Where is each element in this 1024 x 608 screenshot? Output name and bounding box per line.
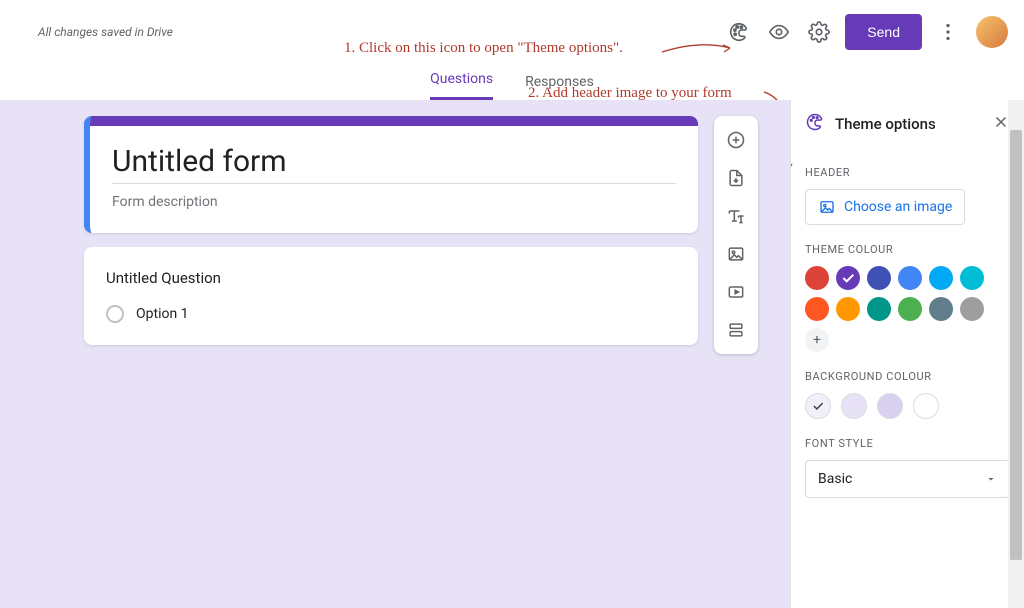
add-image-icon[interactable] [718,236,754,272]
settings-icon[interactable] [799,12,839,52]
theme-swatch[interactable] [898,297,922,321]
theme-swatch[interactable] [929,297,953,321]
question-title[interactable]: Untitled Question [106,269,676,287]
scrollbar-thumb[interactable] [1010,130,1022,560]
add-section-icon[interactable] [718,312,754,348]
theme-panel: Theme options HEADER Choose an image THE… [790,100,1024,608]
radio-icon [106,305,124,323]
theme-colour-label: THEME COLOUR [805,243,1010,256]
form-title-input[interactable]: Untitled form [112,144,676,184]
send-button[interactable]: Send [845,14,922,50]
theme-swatch[interactable] [960,266,984,290]
theme-swatch[interactable] [836,266,860,290]
theme-swatch[interactable] [805,266,829,290]
import-questions-icon[interactable] [718,160,754,196]
theme-swatch[interactable] [929,266,953,290]
chevron-down-icon [985,473,997,485]
panel-header: Theme options [791,100,1024,148]
tab-responses[interactable]: Responses [525,74,594,100]
form-canvas: Untitled form Form description Untitled … [0,100,790,608]
theme-colour-swatches: + [805,266,985,352]
palette-icon [805,112,825,136]
form-header-card[interactable]: Untitled form Form description [84,116,698,233]
panel-title: Theme options [835,115,982,133]
font-style-value: Basic [818,471,852,487]
tab-questions[interactable]: Questions [430,71,493,100]
font-style-label: FONT STYLE [805,437,1010,450]
floating-toolbar [714,116,758,354]
choose-image-button[interactable]: Choose an image [805,189,965,225]
question-card[interactable]: Untitled Question Option 1 [84,247,698,345]
theme-swatch[interactable] [867,266,891,290]
add-title-icon[interactable] [718,198,754,234]
theme-swatch[interactable] [898,266,922,290]
background-swatch[interactable] [913,393,939,419]
customize-theme-icon[interactable] [719,12,759,52]
add-question-icon[interactable] [718,122,754,158]
background-colour-swatches [805,393,1010,419]
save-status: All changes saved in Drive [38,25,173,39]
background-swatch[interactable] [841,393,867,419]
add-custom-colour[interactable]: + [805,328,829,352]
add-video-icon[interactable] [718,274,754,310]
font-style-select[interactable]: Basic [805,460,1010,498]
header-section-label: HEADER [805,166,1010,179]
more-icon[interactable] [928,12,968,52]
option-label: Option 1 [136,306,189,322]
avatar[interactable] [976,16,1008,48]
choose-image-label: Choose an image [844,199,952,215]
theme-swatch[interactable] [960,297,984,321]
scrollbar-track[interactable] [1008,100,1024,608]
background-swatch[interactable] [805,393,831,419]
background-swatch[interactable] [877,393,903,419]
tabs: Questions Responses [0,64,1024,100]
form-description-input[interactable]: Form description [112,194,676,211]
topbar: All changes saved in Drive Send [0,0,1024,64]
background-colour-label: BACKGROUND COLOUR [805,370,1010,383]
image-icon [818,198,836,216]
option-row[interactable]: Option 1 [106,305,676,323]
theme-swatch[interactable] [867,297,891,321]
preview-icon[interactable] [759,12,799,52]
theme-swatch[interactable] [805,297,829,321]
theme-swatch[interactable] [836,297,860,321]
